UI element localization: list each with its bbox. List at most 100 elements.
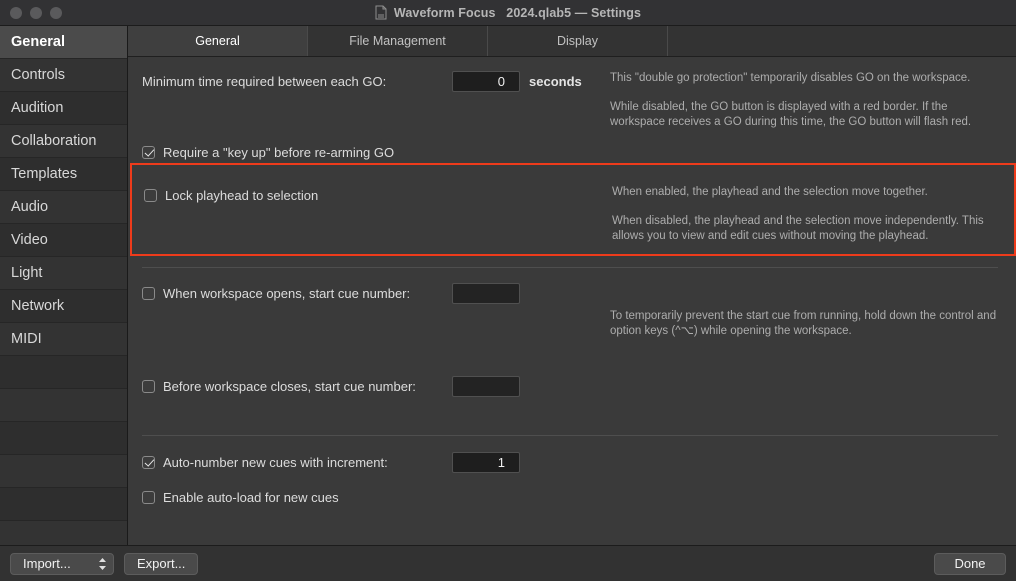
key-up-row: Require a "key up" before re-arming GO bbox=[128, 131, 1008, 161]
settings-content: General File Management Display Minimum … bbox=[128, 26, 1016, 545]
start-cue-desc: To temporarily prevent the start cue fro… bbox=[610, 309, 1000, 340]
key-up-checkbox-group[interactable]: Require a "key up" before re-arming GO bbox=[142, 144, 452, 161]
sidebar-item-templates[interactable]: Templates bbox=[0, 158, 127, 191]
auto-number-row: Auto-number new cues with increment: bbox=[128, 436, 1008, 473]
settings-window: Waveform Focus 2024.qlab5 — Settings Gen… bbox=[0, 0, 1016, 581]
auto-load-checkbox[interactable] bbox=[142, 491, 155, 504]
min-time-go-field-cell: seconds bbox=[452, 71, 610, 92]
sidebar-item-label: Templates bbox=[11, 166, 77, 182]
settings-sidebar: General Controls Audition Collaboration … bbox=[0, 26, 128, 545]
import-button-label: Import... bbox=[23, 556, 71, 571]
key-up-label: Require a "key up" before re-arming GO bbox=[163, 144, 394, 161]
min-time-go-label: Minimum time required between each GO: bbox=[142, 73, 452, 90]
export-button-label: Export... bbox=[137, 556, 185, 571]
start-cue-description: To temporarily prevent the start cue fro… bbox=[610, 283, 1008, 340]
auto-load-label: Enable auto-load for new cues bbox=[163, 489, 339, 506]
auto-number-checkbox[interactable] bbox=[142, 456, 155, 469]
sidebar-item-controls[interactable]: Controls bbox=[0, 59, 127, 92]
sidebar-empty-row bbox=[0, 389, 127, 422]
sidebar-empty-row bbox=[0, 455, 127, 488]
done-button-label: Done bbox=[954, 556, 985, 571]
lock-playhead-cell: Lock playhead to selection bbox=[144, 185, 454, 204]
bottom-toolbar: Import... Export... Done bbox=[0, 545, 1016, 581]
sidebar-item-midi[interactable]: MIDI bbox=[0, 323, 127, 356]
tab-bar: General File Management Display bbox=[128, 26, 1016, 57]
window-title-group: Waveform Focus 2024.qlab5 — Settings bbox=[0, 0, 1016, 25]
min-time-go-desc-1: This "double go protection" temporarily … bbox=[610, 71, 1000, 87]
sidebar-item-video[interactable]: Video bbox=[0, 224, 127, 257]
import-button[interactable]: Import... bbox=[10, 553, 114, 575]
sidebar-item-light[interactable]: Light bbox=[0, 257, 127, 290]
auto-number-input[interactable] bbox=[452, 452, 520, 473]
workspace-closes-input[interactable] bbox=[452, 376, 520, 397]
tab-file-management[interactable]: File Management bbox=[308, 26, 488, 56]
chevron-updown-icon bbox=[98, 557, 107, 571]
sidebar-empty-row bbox=[0, 356, 127, 389]
sidebar-item-audition[interactable]: Audition bbox=[0, 92, 127, 125]
auto-load-checkbox-group[interactable]: Enable auto-load for new cues bbox=[142, 489, 452, 506]
sidebar-item-audio[interactable]: Audio bbox=[0, 191, 127, 224]
min-time-go-description: This "double go protection" temporarily … bbox=[610, 71, 1008, 131]
workspace-closes-checkbox-group[interactable]: Before workspace closes, start cue numbe… bbox=[142, 378, 452, 395]
workspace-opens-input[interactable] bbox=[452, 283, 520, 304]
sidebar-item-label: Controls bbox=[11, 67, 65, 83]
lock-playhead-checkbox-group[interactable]: Lock playhead to selection bbox=[144, 187, 454, 204]
sidebar-item-general[interactable]: General bbox=[0, 26, 127, 59]
sidebar-item-label: Network bbox=[11, 298, 64, 314]
workspace-opens-field-cell bbox=[452, 283, 610, 304]
auto-number-field-cell bbox=[452, 452, 610, 473]
min-time-go-row: Minimum time required between each GO: s… bbox=[128, 57, 1008, 131]
workspace-closes-row: Before workspace closes, start cue numbe… bbox=[128, 340, 1008, 397]
general-settings-panel: Minimum time required between each GO: s… bbox=[128, 57, 1016, 545]
key-up-checkbox[interactable] bbox=[142, 146, 155, 159]
min-time-go-input[interactable] bbox=[452, 71, 520, 92]
tab-label: File Management bbox=[349, 34, 446, 48]
workspace-closes-label: Before workspace closes, start cue numbe… bbox=[163, 378, 416, 395]
done-button[interactable]: Done bbox=[934, 553, 1006, 575]
traffic-lights bbox=[0, 7, 62, 19]
workspace-opens-cell: When workspace opens, start cue number: bbox=[142, 283, 452, 302]
sidebar-item-collaboration[interactable]: Collaboration bbox=[0, 125, 127, 158]
tab-general[interactable]: General bbox=[128, 26, 308, 56]
minimize-button[interactable] bbox=[30, 7, 42, 19]
min-time-go-desc-2: While disabled, the GO button is display… bbox=[610, 100, 1000, 131]
sidebar-empty-row bbox=[0, 488, 127, 521]
lock-playhead-highlight-box: Lock playhead to selection When enabled,… bbox=[130, 163, 1016, 256]
auto-number-checkbox-group[interactable]: Auto-number new cues with increment: bbox=[142, 454, 452, 471]
key-up-cell: Require a "key up" before re-arming GO bbox=[142, 142, 452, 161]
title-bar: Waveform Focus 2024.qlab5 — Settings bbox=[0, 0, 1016, 26]
sidebar-empty-row bbox=[0, 422, 127, 455]
sidebar-item-label: Audition bbox=[11, 100, 63, 116]
close-button[interactable] bbox=[10, 7, 22, 19]
sidebar-item-label: General bbox=[11, 34, 65, 50]
min-time-go-unit: seconds bbox=[529, 71, 582, 92]
lock-playhead-row: Lock playhead to selection When enabled,… bbox=[132, 165, 1014, 245]
sidebar-item-label: Light bbox=[11, 265, 42, 281]
lock-playhead-label: Lock playhead to selection bbox=[165, 187, 318, 204]
workspace-opens-checkbox-group[interactable]: When workspace opens, start cue number: bbox=[142, 285, 452, 302]
sidebar-item-network[interactable]: Network bbox=[0, 290, 127, 323]
tab-display[interactable]: Display bbox=[488, 26, 668, 56]
workspace-opens-checkbox[interactable] bbox=[142, 287, 155, 300]
document-icon bbox=[375, 5, 387, 20]
auto-load-row: Enable auto-load for new cues bbox=[128, 473, 1008, 506]
tab-bar-filler bbox=[668, 26, 1016, 56]
workspace-opens-row: When workspace opens, start cue number: … bbox=[128, 268, 1008, 340]
auto-number-cell: Auto-number new cues with increment: bbox=[142, 452, 452, 471]
lock-playhead-desc-1: When enabled, the playhead and the selec… bbox=[612, 185, 1006, 201]
sidebar-item-label: MIDI bbox=[11, 331, 42, 347]
zoom-button[interactable] bbox=[50, 7, 62, 19]
workspace-closes-checkbox[interactable] bbox=[142, 380, 155, 393]
tab-label: Display bbox=[557, 34, 598, 48]
lock-playhead-checkbox[interactable] bbox=[144, 189, 157, 202]
auto-number-label: Auto-number new cues with increment: bbox=[163, 454, 388, 471]
sidebar-empty-row bbox=[0, 521, 127, 545]
lock-playhead-description: When enabled, the playhead and the selec… bbox=[612, 185, 1014, 245]
export-button[interactable]: Export... bbox=[124, 553, 198, 575]
sidebar-item-label: Audio bbox=[11, 199, 48, 215]
auto-load-cell: Enable auto-load for new cues bbox=[142, 487, 452, 506]
workspace-opens-label: When workspace opens, start cue number: bbox=[163, 285, 410, 302]
lock-playhead-desc-2: When disabled, the playhead and the sele… bbox=[612, 214, 1006, 245]
workspace-closes-cell: Before workspace closes, start cue numbe… bbox=[142, 376, 452, 395]
sidebar-item-label: Collaboration bbox=[11, 133, 96, 149]
